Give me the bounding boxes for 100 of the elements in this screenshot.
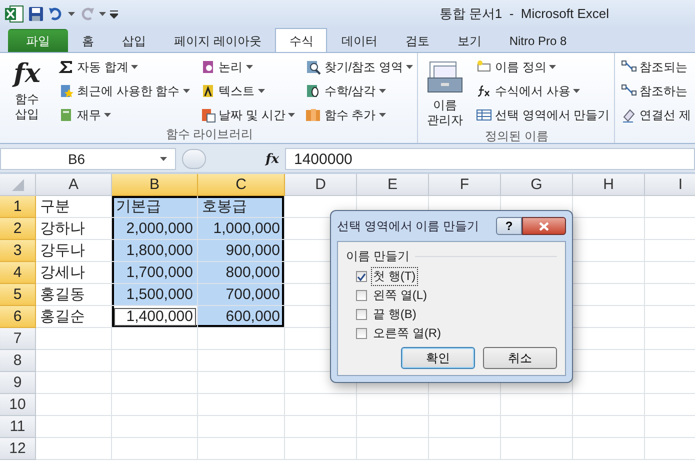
help-button[interactable]: ? bbox=[496, 217, 522, 235]
ribbon-button[interactable]: 수학/삼각 bbox=[303, 80, 416, 102]
table-cell: 600,000 bbox=[198, 306, 285, 328]
row-header[interactable]: 12 bbox=[0, 438, 36, 460]
table-cell bbox=[429, 416, 501, 438]
checkbox-label[interactable]: 왼쪽 열(L) bbox=[371, 286, 429, 305]
ribbon-button[interactable]: 최근에 사용한 함수 bbox=[56, 80, 192, 102]
column-header[interactable]: C bbox=[198, 174, 285, 196]
function-icon: fx bbox=[14, 56, 40, 92]
ribbon-button[interactable]: 함수 추가 bbox=[303, 104, 416, 126]
dialog-button[interactable]: 확인 bbox=[401, 347, 475, 369]
splitter-handle[interactable] bbox=[182, 149, 206, 169]
undo-icon[interactable] bbox=[48, 6, 64, 22]
ribbon-tab[interactable]: 수식 bbox=[275, 28, 328, 53]
row-header[interactable]: 2 bbox=[0, 218, 36, 240]
ribbon-button[interactable]: 찾기/참조 영역 bbox=[303, 56, 416, 78]
table-cell bbox=[573, 438, 645, 460]
column-header[interactable]: B bbox=[112, 174, 198, 196]
column-header[interactable]: E bbox=[357, 174, 429, 196]
checkbox-label[interactable]: 오른쪽 열(R) bbox=[371, 324, 443, 343]
insert-function-button[interactable]: fx bbox=[260, 152, 285, 166]
row-header[interactable]: 8 bbox=[0, 350, 36, 372]
column-header[interactable]: G bbox=[501, 174, 573, 196]
ribbon-button[interactable]: 이름 정의 bbox=[474, 56, 612, 78]
dialog-title: 선택 영역에서 이름 만들기 bbox=[337, 218, 480, 234]
customize-toolbar-icon[interactable] bbox=[110, 9, 118, 19]
column-header[interactable]: D bbox=[285, 174, 357, 196]
dropdown-caret-icon bbox=[258, 89, 265, 93]
table-cell: 1,500,000 bbox=[112, 284, 198, 306]
row-header[interactable]: 7 bbox=[0, 328, 36, 350]
table-cell bbox=[357, 416, 429, 438]
checkbox[interactable] bbox=[356, 309, 367, 320]
ribbon-large-button[interactable]: 이름 관리자 bbox=[422, 56, 468, 128]
ribbon-tab[interactable]: Nitro Pro 8 bbox=[495, 29, 581, 52]
checkbox-label[interactable]: 끝 행(B) bbox=[371, 305, 418, 324]
close-icon bbox=[539, 222, 549, 230]
row-header[interactable]: 5 bbox=[0, 284, 36, 306]
row-header[interactable]: 1 bbox=[0, 196, 36, 218]
table-cell: 1,400,000 bbox=[112, 306, 198, 328]
row-header[interactable]: 3 bbox=[0, 240, 36, 262]
column-header[interactable]: H bbox=[573, 174, 645, 196]
ribbon-tab[interactable]: 삽입 bbox=[108, 29, 160, 52]
table-cell bbox=[285, 438, 357, 460]
table-cell bbox=[357, 438, 429, 460]
table-cell: 900,000 bbox=[198, 240, 285, 262]
table-cell bbox=[573, 372, 645, 394]
ribbon-tab[interactable]: 홈 bbox=[68, 29, 108, 52]
column-header[interactable]: F bbox=[429, 174, 501, 196]
ribbon-large-button[interactable]: fx 함수 삽입 bbox=[4, 56, 50, 126]
dropdown-caret-icon bbox=[160, 157, 167, 161]
ribbon-button[interactable]: 재무 bbox=[56, 104, 192, 126]
column-header[interactable]: A bbox=[36, 174, 112, 196]
ribbon-button[interactable]: 참조하는 bbox=[618, 80, 694, 102]
ribbon-tab[interactable]: 보기 bbox=[443, 29, 496, 52]
book-icon bbox=[58, 107, 74, 123]
formula-input[interactable]: 1400000 bbox=[285, 148, 695, 170]
ribbon-button[interactable]: 선택 영역에서 만들기 bbox=[474, 104, 612, 126]
ribbon-tab[interactable]: 파일 bbox=[8, 29, 68, 52]
checkbox[interactable] bbox=[356, 328, 367, 339]
ribbon-button[interactable]: 자동 합계 bbox=[56, 56, 192, 78]
name-box[interactable]: B6 bbox=[0, 148, 176, 170]
book-star-icon bbox=[58, 83, 74, 99]
dropdown-caret-icon bbox=[68, 12, 75, 16]
checkbox[interactable] bbox=[356, 290, 367, 301]
function-icon bbox=[476, 83, 492, 99]
dropdown-caret-icon bbox=[131, 65, 138, 69]
close-button[interactable] bbox=[522, 217, 566, 235]
dropdown-caret-icon bbox=[549, 65, 556, 69]
select-all-corner-icon[interactable] bbox=[12, 178, 24, 190]
row-header[interactable]: 4 bbox=[0, 262, 36, 284]
group-label: 함수 라이브러리 bbox=[164, 126, 254, 143]
ribbon-tab[interactable]: 페이지 레이아웃 bbox=[160, 29, 276, 52]
table-cell bbox=[573, 416, 645, 438]
table-cell: 1,700,000 bbox=[112, 262, 198, 284]
dropdown-caret-icon bbox=[182, 89, 190, 93]
checkbox-label[interactable]: 첫 행(T) bbox=[371, 267, 418, 286]
table-cell: 기본급 bbox=[112, 196, 198, 218]
ribbon-tab[interactable]: 검토 bbox=[391, 29, 444, 52]
ribbon-button[interactable]: 연결선 제 bbox=[618, 104, 694, 126]
checkbox[interactable] bbox=[356, 271, 367, 282]
redo-icon[interactable] bbox=[79, 6, 95, 22]
row-header[interactable]: 10 bbox=[0, 394, 36, 416]
table-cell bbox=[501, 394, 573, 416]
table-cell bbox=[573, 196, 645, 218]
row-header[interactable]: 6 bbox=[0, 306, 36, 328]
dropdown-caret-icon bbox=[99, 12, 106, 16]
row-header[interactable]: 11 bbox=[0, 416, 36, 438]
row-header[interactable]: 9 bbox=[0, 372, 36, 394]
ribbon-button[interactable]: 날짜 및 시간 bbox=[198, 104, 298, 126]
column-header[interactable]: I bbox=[645, 174, 695, 196]
ribbon-button[interactable]: 텍스트 bbox=[198, 80, 298, 102]
table-cell bbox=[429, 394, 501, 416]
table-cell bbox=[357, 394, 429, 416]
ribbon-button[interactable]: 참조되는 bbox=[618, 56, 694, 78]
dropdown-caret-icon bbox=[288, 113, 296, 117]
ribbon-tab[interactable]: 데이터 bbox=[327, 29, 392, 52]
ribbon-button[interactable]: 수식에서 사용 bbox=[474, 80, 612, 102]
save-icon[interactable] bbox=[28, 6, 44, 22]
ribbon-button[interactable]: 논리 bbox=[198, 56, 298, 78]
dialog-button[interactable]: 취소 bbox=[483, 347, 557, 369]
